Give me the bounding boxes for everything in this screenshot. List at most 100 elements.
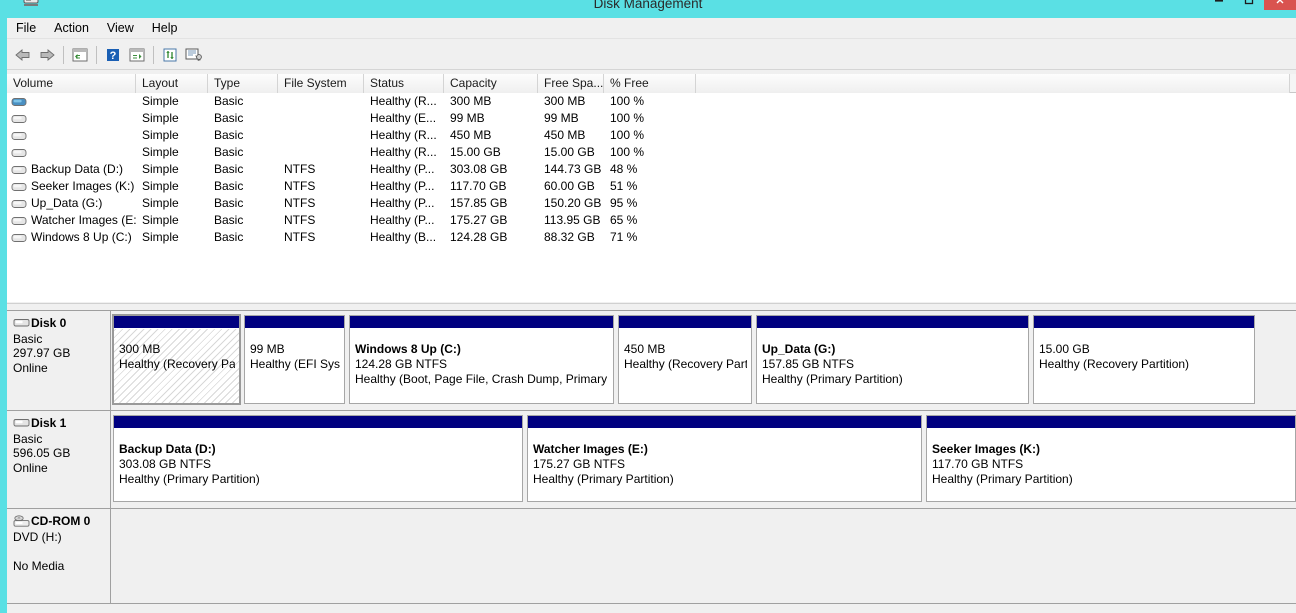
column-header-capacity[interactable]: Capacity: [444, 74, 538, 93]
partition-block[interactable]: Watcher Images (E:) 175.27 GB NTFS Healthy…: [527, 415, 922, 502]
partition-block[interactable]: 450 MBHealthy (Recovery Partition): [618, 315, 752, 404]
show-hide-action-pane-icon[interactable]: [125, 44, 149, 66]
cell-percent-free: 100 %: [610, 145, 645, 159]
disk-icon: [13, 417, 30, 429]
cell-free-space: 150.20 GB: [544, 196, 602, 210]
volume-row[interactable]: Simple Basic Healthy (R... 450 MB 450 MB 100 …: [7, 127, 1296, 144]
column-header-file-system[interactable]: File System: [278, 74, 364, 93]
volume-row[interactable]: Windows 8 Up (C:) Simple Basic NTFS Healthy …: [7, 229, 1296, 246]
volume-row[interactable]: Seeker Images (K:) Simple Basic NTFS Healthy…: [7, 178, 1296, 195]
volume-row[interactable]: Up_Data (G:) Simple Basic NTFS Healthy (P...…: [7, 195, 1296, 212]
cell-type: Basic: [214, 196, 244, 210]
disk-type: DVD (H:): [13, 529, 62, 544]
cdrom-icon: [13, 515, 30, 527]
menu-item-action[interactable]: Action: [45, 19, 98, 37]
menu-item-help[interactable]: Help: [143, 19, 187, 37]
partition-block[interactable]: Up_Data (G:) 157.85 GB NTFS Healthy (Prima…: [756, 315, 1029, 404]
no-media-area: [113, 513, 1296, 597]
volume-icon: [11, 112, 27, 125]
cell-spacer: [696, 178, 1296, 195]
volume-icon: [11, 214, 27, 227]
disk-icon: [13, 317, 30, 329]
partition-container: 300 MBHealthy (Recovery Partition)99 MBH…: [112, 314, 1296, 405]
partition-block[interactable]: Seeker Images (K:) 117.70 GB NTFS Healthy …: [926, 415, 1296, 502]
disk-row: CD-ROM 0 DVD (H:) No Media: [7, 509, 1296, 604]
disk-size: 297.97 GB: [13, 346, 71, 360]
volume-list-header: Volume Layout Type File System Status Capacit…: [7, 74, 1296, 93]
disk-partition-strip: Backup Data (D:) 303.08 GB NTFS Healthy (P…: [111, 411, 1296, 509]
partition-name: Up_Data (G:): [762, 342, 836, 356]
cell-layout: Simple: [142, 196, 179, 210]
partition-block[interactable]: 15.00 GB Healthy (Recovery Partition): [1033, 315, 1255, 404]
partition-block[interactable]: 300 MBHealthy (Recovery Partition): [112, 314, 241, 405]
back-icon[interactable]: [11, 44, 35, 66]
column-header-free[interactable]: % Free: [604, 74, 696, 93]
cell-capacity: 300 MB: [450, 94, 492, 108]
volume-row[interactable]: Simple Basic Healthy (R... 15.00 GB 15.00 GB…: [7, 144, 1296, 161]
refresh-icon[interactable]: [158, 44, 182, 66]
disk-info-panel[interactable]: Disk 1 Basic 596.05 GB Online: [7, 411, 111, 509]
cell-type: Basic: [214, 162, 244, 176]
pane-splitter[interactable]: [7, 303, 1296, 310]
cell-percent-free: 100 %: [610, 111, 645, 125]
disk-info-panel[interactable]: CD-ROM 0 DVD (H:) No Media: [7, 509, 111, 604]
volume-label: Seeker Images (K:): [31, 179, 135, 193]
column-header-layout[interactable]: Layout: [136, 74, 208, 93]
show-hide-console-tree-icon[interactable]: [68, 44, 92, 66]
partition-details: Windows 8 Up (C:) 124.28 GB NTFS Healthy (…: [350, 329, 613, 403]
menu-item-file[interactable]: File: [7, 19, 45, 37]
partition-block[interactable]: 99 MBHealthy (EFI System Partition): [244, 315, 345, 404]
partition-color-bar: [114, 316, 239, 329]
window-left-edge: [0, 0, 7, 613]
volume-row[interactable]: Watcher Images (E:) Simple Basic NTFS Health…: [7, 212, 1296, 229]
partition-block[interactable]: Windows 8 Up (C:) 124.28 GB NTFS Healthy (…: [349, 315, 614, 404]
column-header-free-spa[interactable]: Free Spa...: [538, 74, 604, 93]
column-header-volume[interactable]: Volume: [7, 74, 136, 93]
partition-size: 15.00 GB: [1039, 342, 1090, 356]
partition-status: Healthy (EFI System Partition): [250, 357, 340, 371]
cell-capacity: 157.85 GB: [450, 196, 508, 210]
cell-percent-free: 71 %: [610, 230, 638, 244]
forward-icon[interactable]: [35, 44, 59, 66]
partition-color-bar: [1034, 316, 1254, 329]
partition-details: 300 MBHealthy (Recovery Partition): [114, 329, 239, 403]
cell-status: Healthy (R...: [370, 94, 437, 108]
cell-capacity: 303.08 GB: [450, 162, 508, 176]
partition-status: Healthy (Recovery Partition): [624, 357, 747, 371]
volume-row[interactable]: Backup Data (D:) Simple Basic NTFS Healthy (…: [7, 161, 1296, 178]
partition-status: Healthy (Primary Partition): [932, 472, 1073, 486]
cell-spacer: [696, 212, 1296, 229]
volume-row[interactable]: Simple Basic Healthy (E... 99 MB 99 MB 100 %: [7, 110, 1296, 127]
cell-volume: Seeker Images (K:): [7, 178, 136, 195]
disk-size: [13, 544, 110, 559]
cell-file-system: NTFS: [284, 196, 316, 210]
volume-row[interactable]: Simple Basic Healthy (R... 300 MB 300 MB 100 …: [7, 93, 1296, 110]
cell-volume: [7, 93, 136, 110]
column-header-spacer[interactable]: [696, 74, 1290, 93]
volume-icon: [11, 163, 27, 176]
column-header-status[interactable]: Status: [364, 74, 444, 93]
disk-title: Disk 0: [13, 316, 110, 331]
disk-status: No Media: [13, 558, 65, 573]
volume-list: Volume Layout Type File System Status Capacit…: [7, 74, 1296, 302]
partition-color-bar: [927, 416, 1295, 429]
cell-free-space: 99 MB: [544, 111, 579, 125]
partition-container: Backup Data (D:) 303.08 GB NTFS Healthy (P…: [113, 415, 1296, 502]
minimize-icon[interactable]: [1204, 0, 1234, 10]
rescan-disks-icon[interactable]: [182, 44, 206, 66]
cell-status: Healthy (P...: [370, 179, 435, 193]
cell-free-space: 144.73 GB: [544, 162, 602, 176]
toolbar-separator: [63, 45, 64, 64]
column-header-type[interactable]: Type: [208, 74, 278, 93]
partition-name: Seeker Images (K:): [932, 442, 1041, 456]
partition-details: 15.00 GB Healthy (Recovery Partition): [1034, 329, 1254, 403]
menu-item-view[interactable]: View: [98, 19, 143, 37]
maximize-icon[interactable]: [1234, 0, 1264, 10]
cell-type: Basic: [214, 128, 244, 142]
partition-color-bar: [245, 316, 344, 329]
partition-status: Healthy (Recovery Partition): [119, 357, 235, 371]
close-icon[interactable]: [1264, 0, 1296, 10]
partition-block[interactable]: Backup Data (D:) 303.08 GB NTFS Healthy (P…: [113, 415, 523, 502]
disk-info-panel[interactable]: Disk 0 Basic 297.97 GB Online: [7, 311, 111, 411]
help-icon[interactable]: ?: [101, 44, 125, 66]
